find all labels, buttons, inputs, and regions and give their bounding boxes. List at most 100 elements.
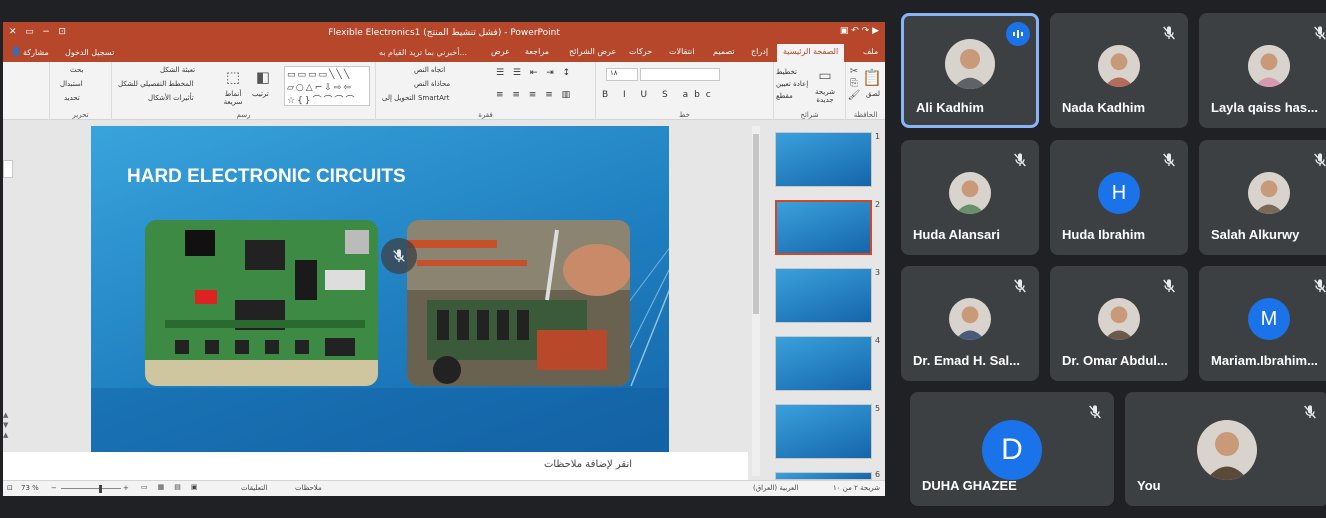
- tab-insert[interactable]: إدراج: [751, 47, 768, 56]
- participant-tile[interactable]: D DUHA GHAZEE: [910, 392, 1114, 506]
- arrange-button[interactable]: ترتيب: [252, 90, 269, 98]
- tab-review[interactable]: مراجعة: [525, 47, 549, 56]
- notes-pane[interactable]: انقر لإضافة ملاحظات: [3, 452, 748, 480]
- format-buttons[interactable]: B I U S abc: [602, 90, 717, 100]
- paste-button[interactable]: لصق: [866, 90, 880, 98]
- save-icon[interactable]: ▣ ↶ ↷ ▶: [840, 26, 879, 36]
- notes-placeholder[interactable]: انقر لإضافة ملاحظات: [544, 459, 632, 470]
- participant-tile[interactable]: Ali Kadhim: [901, 13, 1039, 128]
- zoom-in-button[interactable]: +: [123, 484, 129, 492]
- tell-me-input[interactable]: أخبرني بما تريد القيام به...: [379, 48, 467, 57]
- arrange-icon[interactable]: ◧: [250, 66, 276, 88]
- mic-off-icon: [1158, 149, 1180, 171]
- participant-name: Nada Kadhim: [1062, 100, 1146, 115]
- speaking-indicator-icon: [1006, 22, 1030, 46]
- zoom-level[interactable]: 73 %: [21, 484, 39, 492]
- participant-tile[interactable]: You: [1125, 392, 1326, 506]
- vertical-scrollbar[interactable]: [752, 126, 760, 476]
- thumbnail-1[interactable]: [775, 132, 872, 187]
- tab-file[interactable]: ملف: [863, 47, 878, 56]
- find-button[interactable]: بحث: [70, 66, 83, 74]
- presentation-window: ✕ ▭ − ⊡ Flexible Electronics1 (فشل تنشيط…: [3, 22, 885, 496]
- font-label: خط: [679, 111, 690, 119]
- new-slide-icon[interactable]: ▭: [814, 66, 836, 86]
- paragraph-group: ☰ ☰ ⇤ ⇥ ↕ ≡ ≡ ≡ ≡ ▥ اتجاه النص محاذاة ال…: [375, 62, 595, 120]
- participant-tile[interactable]: M Mariam.Ibrahim...: [1199, 266, 1326, 381]
- copy-icon[interactable]: ⎘: [848, 78, 860, 89]
- new-slide-button[interactable]: شريحة جديدة: [808, 88, 842, 104]
- participant-tile[interactable]: H Huda Ibrahim: [1050, 140, 1188, 255]
- font-group: ١٨ B I U S abc خط: [595, 62, 773, 120]
- thumbnail-4[interactable]: [775, 336, 872, 391]
- participant-tile[interactable]: Nada Kadhim: [1050, 13, 1188, 128]
- replace-button[interactable]: استبدال: [60, 80, 83, 88]
- ruler-handle[interactable]: [3, 160, 13, 178]
- avatar-letter: M: [1248, 298, 1290, 340]
- tab-transitions[interactable]: انتقالات: [669, 47, 694, 56]
- participant-name: You: [1137, 478, 1161, 493]
- tab-animations[interactable]: حركات: [629, 47, 652, 56]
- participant-tile[interactable]: Huda Alansari: [901, 140, 1039, 255]
- cut-icon[interactable]: ✂: [848, 66, 860, 77]
- thumbnail-2[interactable]: [775, 200, 872, 255]
- section-button[interactable]: مقطع: [776, 92, 793, 100]
- tab-design[interactable]: تصميم: [713, 47, 735, 56]
- participant-name: Huda Alansari: [913, 227, 1000, 242]
- avatar-photo: [949, 298, 991, 340]
- share-button[interactable]: مشاركة: [23, 48, 49, 57]
- signin-button[interactable]: تسجيل الدخول: [65, 48, 114, 57]
- shape-fill-button[interactable]: تعبئة الشكل: [160, 66, 195, 74]
- thumbnail-3[interactable]: [775, 268, 872, 323]
- title-bar: ✕ ▭ − ⊡ Flexible Electronics1 (فشل تنشيط…: [3, 22, 885, 44]
- tab-home[interactable]: الصفحة الرئيسية: [777, 44, 845, 62]
- thumbnail-5[interactable]: [775, 404, 872, 459]
- align-buttons[interactable]: ≡ ≡ ≡ ≡ ▥: [496, 90, 573, 100]
- fit-icon[interactable]: ⊡: [7, 484, 13, 492]
- current-slide[interactable]: HARD ELECTRONIC CIRCUITS: [91, 126, 669, 452]
- thumbnail-6[interactable]: [775, 472, 872, 480]
- participant-tile[interactable]: Dr. Omar Abdul...: [1050, 266, 1188, 381]
- zoom-out-button[interactable]: −: [51, 484, 57, 492]
- shape-effects-button[interactable]: تأثيرات الأشكال: [148, 94, 194, 102]
- soldering-photo: [407, 220, 630, 386]
- quick-styles-button[interactable]: أنماط سريعة: [216, 90, 250, 106]
- scroll-arrows-icon[interactable]: ▲ ▼ ▲: [3, 410, 13, 450]
- tab-view[interactable]: عرض: [491, 47, 510, 56]
- zoom-slider-thumb[interactable]: [99, 485, 102, 493]
- thumbnail-number: 5: [875, 404, 881, 413]
- smartart-button[interactable]: التحويل إلى SmartArt: [382, 94, 450, 102]
- thumbnail-number: 1: [875, 132, 881, 141]
- paste-icon[interactable]: 📋: [862, 66, 882, 88]
- quick-styles-icon[interactable]: ⬚: [220, 66, 246, 88]
- format-painter-icon[interactable]: 🖌: [848, 90, 861, 101]
- layout-button[interactable]: تخطيط: [776, 68, 797, 76]
- list-buttons[interactable]: ☰ ☰ ⇤ ⇥ ↕: [496, 68, 573, 78]
- view-buttons[interactable]: ▭▦▤▣: [141, 483, 207, 491]
- notes-button[interactable]: ملاحظات: [295, 484, 322, 492]
- reset-button[interactable]: إعادة تعيين: [776, 80, 808, 88]
- avatar-photo: [1098, 298, 1140, 340]
- shapes-gallery[interactable]: ▭▭▭▭╲╲╲ ▱○△⌐⇩⇨⇦ ☆{}⌒⌒⌒⌒: [284, 66, 370, 106]
- shape-outline-button[interactable]: المخطط التفصيلي للشكل: [118, 80, 193, 88]
- font-size-select[interactable]: ١٨: [606, 68, 638, 81]
- participant-tile[interactable]: Dr. Emad H. Sal...: [901, 266, 1039, 381]
- participant-tile[interactable]: Salah Alkurwy: [1199, 140, 1326, 255]
- zoom-slider[interactable]: [61, 488, 121, 489]
- select-button[interactable]: تحديد: [64, 94, 80, 102]
- participant-tile[interactable]: Layla qaiss has...: [1199, 13, 1326, 128]
- mic-off-icon: [1299, 401, 1321, 423]
- text-direction-button[interactable]: اتجاه النص: [414, 66, 445, 74]
- editing-group: بحث استبدال تحديد تحرير: [49, 62, 111, 120]
- tab-slideshow[interactable]: عرض الشرائح: [569, 47, 616, 56]
- font-family-select[interactable]: [640, 68, 720, 81]
- window-title: Flexible Electronics1 (فشل تنشيط المنتج)…: [328, 28, 560, 38]
- participant-name: Dr. Emad H. Sal...: [913, 353, 1020, 368]
- avatar-photo: [1098, 45, 1140, 87]
- mic-off-icon: [1009, 149, 1031, 171]
- mic-off-icon: [1309, 149, 1326, 171]
- align-text-button[interactable]: محاذاة النص: [414, 80, 450, 88]
- comments-button[interactable]: التعليقات: [241, 484, 267, 492]
- participant-name: DUHA GHAZEE: [922, 478, 1017, 493]
- user-icon[interactable]: 👤: [11, 47, 21, 56]
- editor-area: ▲ ▼ ▲ HARD ELECTRONIC CIRCUITS انقر لإضا…: [3, 120, 885, 480]
